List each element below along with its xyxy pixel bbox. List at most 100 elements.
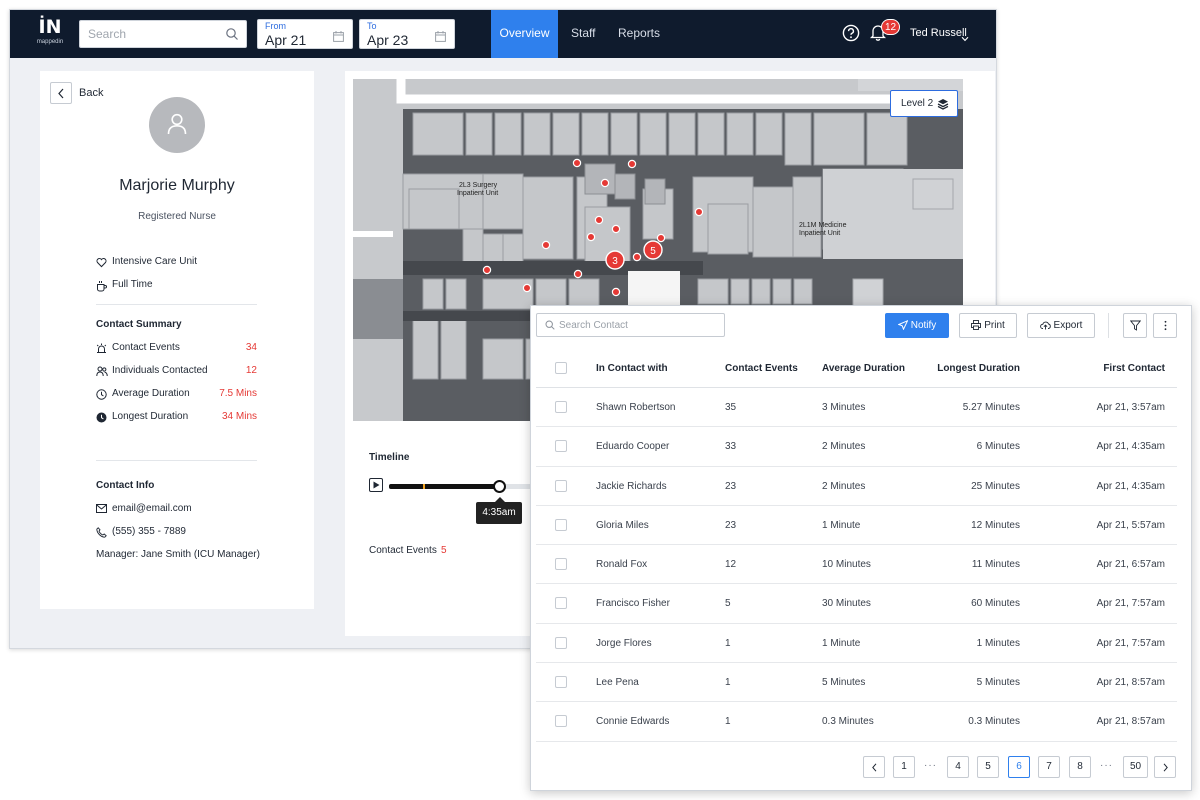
more-options-button[interactable] (1153, 313, 1177, 338)
global-search[interactable] (79, 20, 247, 48)
global-search-input[interactable] (88, 21, 218, 47)
pagination-prev-button[interactable] (863, 756, 885, 778)
chevron-down-icon[interactable] (961, 29, 969, 47)
table-row[interactable]: Connie Edwards 1 0.3 Minutes 0.3 Minutes… (536, 702, 1177, 742)
layers-icon (937, 99, 949, 110)
row-checkbox[interactable] (555, 558, 567, 571)
row-checkbox[interactable] (555, 676, 567, 689)
table-row[interactable]: Jorge Flores 1 1 Minute 1 Minutes Apr 21… (536, 624, 1177, 664)
table-row[interactable]: Gloria Miles 23 1 Minute 12 Minutes Apr … (536, 506, 1177, 546)
help-icon[interactable] (842, 24, 860, 47)
summary-value: 12 (245, 365, 257, 376)
cell-contact-events: 12 (725, 559, 737, 571)
phone-value[interactable]: (555) 355 - 7889 (112, 526, 186, 537)
chevron-left-icon (872, 763, 877, 772)
row-checkbox[interactable] (555, 479, 567, 492)
email-value[interactable]: email@email.com (112, 503, 192, 514)
logo-mark: İN (38, 16, 62, 38)
pagination-page[interactable]: 50 (1123, 756, 1148, 778)
table-row[interactable]: Eduardo Cooper 33 2 Minutes 6 Minutes Ap… (536, 427, 1177, 467)
to-date-picker[interactable]: To Apr 23 (359, 19, 455, 49)
pagination-next-button[interactable] (1154, 756, 1176, 778)
contact-marker[interactable] (541, 240, 551, 250)
contact-marker[interactable] (611, 224, 621, 234)
pagination-ellipsis[interactable]: ··· (924, 760, 937, 771)
row-checkbox[interactable] (555, 401, 567, 413)
row-checkbox[interactable] (555, 715, 567, 728)
play-button[interactable] (369, 478, 383, 492)
select-all-checkbox[interactable] (555, 362, 567, 374)
contact-search-input[interactable] (559, 316, 719, 334)
print-button[interactable]: Print (959, 313, 1017, 338)
contact-marker[interactable] (611, 287, 621, 297)
filter-button[interactable] (1123, 313, 1147, 338)
contact-search[interactable] (536, 313, 725, 337)
from-date-picker[interactable]: From Apr 21 (257, 19, 353, 49)
contact-marker[interactable] (656, 233, 666, 243)
cell-contact-events: 5 (725, 598, 731, 610)
contact-summary-title: Contact Summary (96, 319, 182, 330)
table-row[interactable]: Ronald Fox 12 10 Minutes 11 Minutes Apr … (536, 545, 1177, 585)
row-checkbox[interactable] (555, 636, 567, 649)
contact-marker[interactable] (482, 265, 492, 275)
back-button[interactable] (50, 82, 72, 104)
contact-marker[interactable] (586, 232, 596, 242)
pagination-page[interactable]: 4 (947, 756, 969, 778)
map-label: Inpatient Unit (799, 230, 840, 237)
summary-value: 34 Mins (221, 411, 257, 422)
table-row[interactable]: Francisco Fisher 5 30 Minutes 60 Minutes… (536, 584, 1177, 624)
divider (96, 304, 257, 305)
column-header[interactable]: First Contact (1103, 363, 1165, 374)
cell-contact-events: 33 (725, 441, 737, 453)
cluster-count: 5 (650, 246, 656, 257)
back-label[interactable]: Back (79, 87, 103, 99)
column-header[interactable]: In Contact with (596, 363, 668, 374)
notification-badge[interactable]: 12 (881, 19, 901, 35)
tab-reports[interactable]: Reports (618, 10, 660, 58)
employment-label: Full Time (112, 279, 153, 290)
contact-marker[interactable] (627, 159, 637, 169)
level-selector-button[interactable]: Level 2 (890, 90, 958, 117)
pagination-page[interactable]: 5 (977, 756, 999, 778)
export-button[interactable]: Export (1027, 313, 1095, 338)
contact-marker[interactable] (522, 283, 532, 293)
column-header[interactable]: Contact Events (725, 363, 798, 374)
cell-average-duration: 1 Minute (822, 637, 861, 649)
search-icon[interactable] (225, 27, 239, 46)
contact-marker[interactable] (573, 269, 583, 279)
cell-contact-events: 1 (725, 637, 731, 649)
cell-first-contact: Apr 21, 4:35am (1096, 441, 1165, 453)
cluster-count: 3 (612, 256, 618, 267)
table-row[interactable]: Jackie Richards 23 2 Minutes 25 Minutes … (536, 467, 1177, 506)
to-date-label: To (367, 21, 377, 31)
user-menu-name[interactable]: Ted Russell (910, 27, 967, 39)
cell-first-contact: Apr 21, 5:57am (1096, 519, 1165, 531)
pagination-ellipsis[interactable]: ··· (1100, 760, 1113, 771)
cell-first-contact: Apr 21, 8:57am (1096, 716, 1165, 728)
contact-marker[interactable] (694, 207, 704, 217)
contact-marker[interactable] (632, 252, 642, 262)
tab-overview[interactable]: Overview (491, 10, 558, 58)
pagination-page-current[interactable]: 6 (1008, 756, 1030, 778)
column-header[interactable]: Average Duration (822, 363, 905, 374)
pagination-page[interactable]: 1 (893, 756, 915, 778)
table-row[interactable]: Lee Pena 1 5 Minutes 5 Minutes Apr 21, 8… (536, 663, 1177, 703)
contact-marker[interactable] (594, 215, 604, 225)
calendar-icon[interactable] (333, 29, 344, 47)
row-checkbox[interactable] (555, 440, 567, 453)
pagination-page[interactable]: 7 (1038, 756, 1060, 778)
column-header[interactable]: Longest Duration (937, 363, 1020, 374)
cell-longest-duration: 5 Minutes (976, 677, 1020, 689)
tab-staff[interactable]: Staff (571, 10, 595, 58)
contact-marker[interactable] (572, 158, 582, 168)
mappedin-logo[interactable]: İN mappedin (30, 16, 70, 52)
timeline-handle[interactable] (493, 480, 507, 493)
row-checkbox[interactable] (555, 518, 567, 531)
notify-button[interactable]: Notify (885, 313, 949, 338)
calendar-icon[interactable] (435, 29, 446, 47)
row-checkbox[interactable] (555, 597, 567, 610)
cell-contact-name: Gloria Miles (596, 519, 649, 531)
pagination-page[interactable]: 8 (1069, 756, 1091, 778)
table-row[interactable]: Shawn Robertson 35 3 Minutes 5.27 Minute… (536, 388, 1177, 428)
contact-marker[interactable] (600, 178, 610, 188)
